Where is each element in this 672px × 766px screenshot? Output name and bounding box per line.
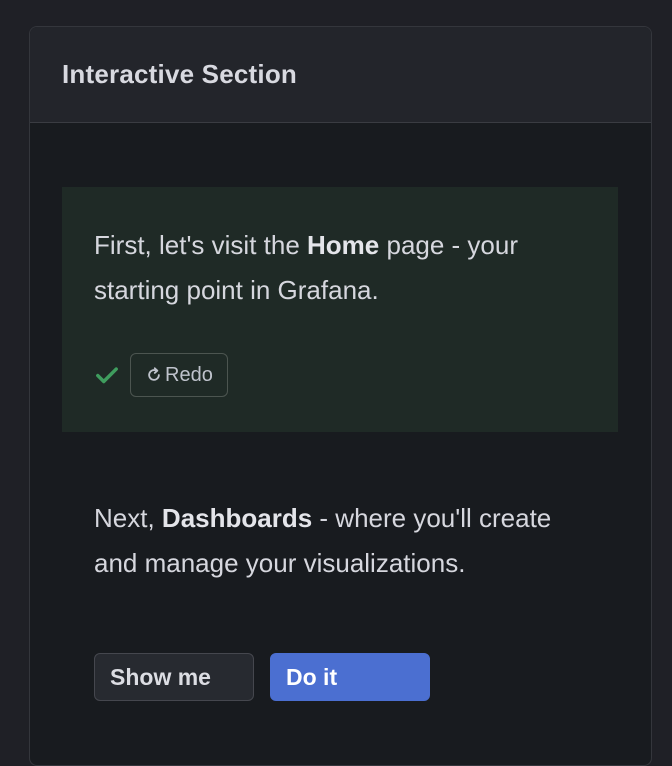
step-completed-home: First, let's visit the Home page - your … — [62, 187, 618, 432]
step-status-row: Redo — [94, 353, 228, 397]
section-title: Interactive Section — [62, 59, 297, 89]
step-highlight: Dashboards — [161, 503, 313, 533]
step-pending-dashboards: Next, Dashboards - where you'll create a… — [94, 496, 574, 586]
show-me-button[interactable]: Show me — [94, 653, 254, 701]
redo-icon — [148, 367, 160, 381]
redo-button[interactable]: Redo — [130, 353, 228, 397]
step-highlight: Home — [307, 230, 380, 260]
interactive-section-panel: Interactive Section First, let's visit t… — [29, 26, 652, 766]
step-text-before: First, let's visit the — [94, 230, 308, 260]
do-it-button[interactable]: Do it — [270, 653, 430, 701]
panel-header: Interactive Section — [30, 27, 651, 123]
step-description: First, let's visit the Home page - your … — [94, 223, 574, 313]
check-icon — [96, 367, 118, 384]
redo-label: Redo — [165, 363, 213, 386]
step-text-before: Next, — [94, 503, 162, 533]
step-action-buttons: Show me Do it — [94, 653, 430, 701]
